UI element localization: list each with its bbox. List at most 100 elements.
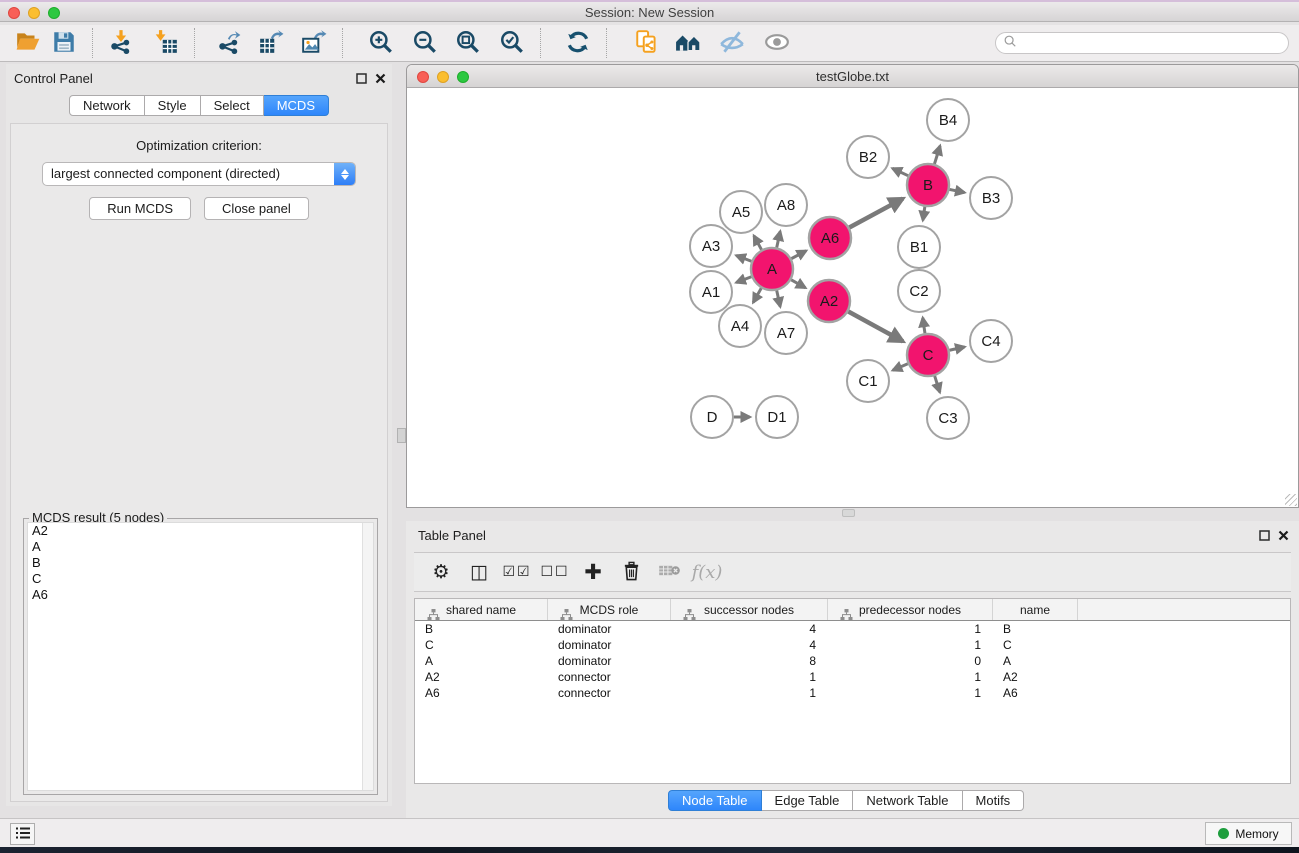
hide-selected-button[interactable]: [714, 27, 750, 59]
table-row[interactable]: Cdominator41C: [415, 637, 1290, 653]
network-documents-button[interactable]: [629, 27, 665, 59]
result-item[interactable]: A: [28, 539, 373, 555]
graph-edge-C-C1[interactable]: [893, 364, 908, 371]
window-resize-grip[interactable]: [1285, 494, 1297, 506]
tab-motifs[interactable]: Motifs: [963, 790, 1025, 811]
graph-edge-B-B4[interactable]: [934, 146, 940, 164]
table-row[interactable]: Bdominator41B: [415, 621, 1290, 637]
import-network-button[interactable]: [103, 27, 139, 59]
table-cell[interactable]: C: [415, 637, 548, 653]
table-cell[interactable]: dominator: [548, 653, 671, 669]
graph-edge-B-B1[interactable]: [923, 207, 925, 221]
table-cell[interactable]: 4: [671, 621, 828, 637]
export-table-button[interactable]: [253, 27, 289, 59]
table-cell[interactable]: A: [993, 653, 1078, 669]
export-image-button[interactable]: [296, 27, 332, 59]
close-panel-button[interactable]: Close panel: [204, 197, 309, 220]
table-cell[interactable]: A2: [993, 669, 1078, 685]
table-cell[interactable]: 8: [671, 653, 828, 669]
graph-edge-A-A4[interactable]: [753, 288, 761, 302]
graph-edge-A-A6[interactable]: [791, 251, 806, 259]
table-cell[interactable]: C: [993, 637, 1078, 653]
tab-edge-table[interactable]: Edge Table: [762, 790, 854, 811]
show-columns-button[interactable]: ◫: [460, 555, 498, 589]
delete-table-button[interactable]: [650, 555, 688, 589]
graph-edge-B-B3[interactable]: [950, 189, 965, 192]
table-row[interactable]: Adominator80A: [415, 653, 1290, 669]
import-table-button[interactable]: [148, 27, 184, 59]
graph-edge-A-A3[interactable]: [736, 256, 751, 262]
unselect-all-columns-button[interactable]: ☐☐: [536, 555, 574, 589]
select-all-columns-button[interactable]: ☑☑: [498, 555, 536, 589]
table-cell[interactable]: A6: [993, 685, 1078, 701]
table-cell[interactable]: connector: [548, 669, 671, 685]
export-network-button[interactable]: [211, 27, 247, 59]
horizontal-splitter-handle[interactable]: [842, 509, 855, 517]
close-panel-icon[interactable]: [375, 71, 386, 89]
mcds-result-list[interactable]: A2ABCA6: [27, 522, 374, 791]
table-row[interactable]: A6connector11A6: [415, 685, 1290, 701]
criterion-dropdown[interactable]: largest connected component (directed): [42, 162, 356, 186]
graph-edge-A-A1[interactable]: [736, 277, 751, 283]
scrollbar-track[interactable]: [362, 523, 373, 790]
table-cell[interactable]: A2: [415, 669, 548, 685]
table-cell[interactable]: connector: [548, 685, 671, 701]
delete-column-button[interactable]: [612, 555, 650, 589]
column-header-MCDS-role[interactable]: MCDS role: [548, 599, 671, 620]
create-column-button[interactable]: ✚: [574, 555, 612, 589]
graph-edge-A6-B[interactable]: [849, 199, 903, 228]
table-cell[interactable]: B: [993, 621, 1078, 637]
network-canvas[interactable]: B4B2BB3A8A5A6A3B1AA1C2A2A4A7C4CC1C3DD1: [407, 88, 1298, 507]
save-session-button[interactable]: [46, 27, 82, 59]
table-cell[interactable]: 1: [828, 637, 993, 653]
table-cell[interactable]: dominator: [548, 637, 671, 653]
refresh-layout-button[interactable]: [560, 27, 596, 59]
show-hidden-button[interactable]: [759, 27, 795, 59]
graph-edge-A2-C[interactable]: [848, 312, 903, 342]
tab-network[interactable]: Network: [69, 95, 145, 116]
column-header-successor-nodes[interactable]: successor nodes: [671, 599, 828, 620]
zoom-in-button[interactable]: [363, 27, 399, 59]
table-cell[interactable]: 1: [828, 621, 993, 637]
graph-edge-A-A5[interactable]: [754, 236, 762, 250]
graph-edge-C-C4[interactable]: [949, 347, 964, 350]
home-networks-button[interactable]: [670, 27, 706, 59]
tab-select[interactable]: Select: [201, 95, 264, 116]
tab-node-table[interactable]: Node Table: [668, 790, 762, 811]
search-input[interactable]: [1017, 34, 1288, 52]
open-session-button[interactable]: [10, 27, 46, 59]
graph-edge-A-A7[interactable]: [777, 290, 781, 306]
table-cell[interactable]: dominator: [548, 621, 671, 637]
zoom-fit-button[interactable]: [450, 27, 486, 59]
graph-edge-B-B2[interactable]: [892, 168, 908, 175]
table-cell[interactable]: B: [415, 621, 548, 637]
table-cell[interactable]: 0: [828, 653, 993, 669]
zoom-selected-button[interactable]: [494, 27, 530, 59]
float-panel-icon[interactable]: [1259, 528, 1270, 546]
table-cell[interactable]: 1: [828, 685, 993, 701]
tab-network-table[interactable]: Network Table: [853, 790, 962, 811]
column-header-predecessor-nodes[interactable]: predecessor nodes: [828, 599, 993, 620]
column-header-name[interactable]: name: [993, 599, 1078, 620]
table-row[interactable]: A2connector11A2: [415, 669, 1290, 685]
graph-edge-C-C2[interactable]: [923, 318, 925, 333]
show-panels-button[interactable]: [10, 823, 35, 845]
tab-style[interactable]: Style: [145, 95, 201, 116]
result-item[interactable]: A6: [28, 587, 373, 603]
zoom-out-button[interactable]: [407, 27, 443, 59]
graph-edge-A-A8[interactable]: [777, 231, 781, 247]
result-item[interactable]: A2: [28, 523, 373, 539]
table-settings-button[interactable]: ⚙: [422, 555, 460, 589]
result-item[interactable]: B: [28, 555, 373, 571]
column-header-shared-name[interactable]: shared name: [415, 599, 548, 620]
tab-mcds[interactable]: MCDS: [264, 95, 329, 116]
table-cell[interactable]: 4: [671, 637, 828, 653]
float-panel-icon[interactable]: [356, 71, 367, 89]
graph-edge-C-C3[interactable]: [935, 376, 940, 392]
function-builder-button[interactable]: f(x): [688, 555, 726, 589]
graph-edge-A-A2[interactable]: [791, 280, 805, 288]
close-panel-icon[interactable]: [1278, 528, 1289, 546]
table-cell[interactable]: 1: [671, 685, 828, 701]
vertical-splitter-handle[interactable]: [397, 428, 406, 443]
table-cell[interactable]: 1: [671, 669, 828, 685]
